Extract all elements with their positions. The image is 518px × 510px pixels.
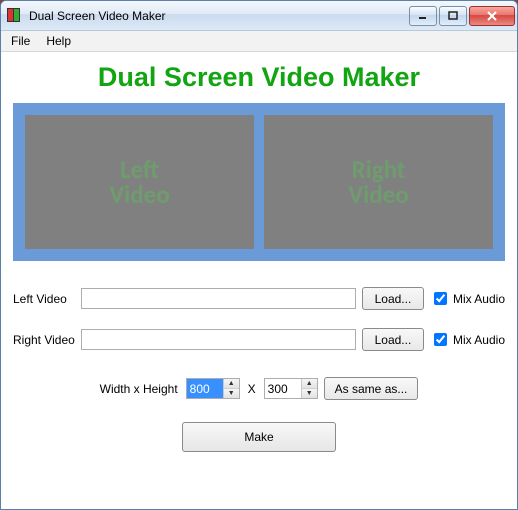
dimensions-label: Width x Height [100,382,178,396]
menu-help[interactable]: Help [38,32,79,50]
width-up-icon[interactable]: ▲ [224,379,239,389]
width-down-icon[interactable]: ▼ [224,389,239,398]
window-title: Dual Screen Video Maker [29,9,409,23]
app-icon [7,8,23,24]
left-video-placeholder: Left Video [109,157,169,207]
height-input[interactable] [265,379,301,398]
height-up-icon[interactable]: ▲ [302,379,317,389]
close-icon [486,11,498,21]
right-video-row: Right Video Load... Mix Audio [13,328,505,351]
width-spin-arrows: ▲ ▼ [223,379,239,398]
maximize-button[interactable] [439,6,467,26]
right-video-preview[interactable]: Right Video [264,115,493,249]
titlebar[interactable]: Dual Screen Video Maker [1,1,517,31]
window-controls [409,6,515,26]
width-input[interactable] [187,379,223,398]
close-button[interactable] [469,6,515,26]
left-video-label: Left Video [13,292,75,306]
left-video-preview[interactable]: Left Video [25,115,254,249]
left-mix-audio[interactable]: Mix Audio [430,289,505,308]
height-spin-arrows: ▲ ▼ [301,379,317,398]
right-video-input[interactable] [81,329,356,350]
width-spinner[interactable]: ▲ ▼ [186,378,240,399]
left-mix-label: Mix Audio [453,292,505,306]
right-mix-checkbox[interactable] [434,333,447,346]
right-video-label: Right Video [13,333,75,347]
client-area: Dual Screen Video Maker Left Video Right… [1,52,517,509]
right-load-button[interactable]: Load... [362,328,424,351]
make-button[interactable]: Make [182,422,336,452]
as-same-as-button[interactable]: As same as... [324,377,419,400]
right-mix-audio[interactable]: Mix Audio [430,330,505,349]
app-window: Dual Screen Video Maker File Help Dual S… [0,0,518,510]
form-section: Left Video Load... Mix Audio Right Video… [13,287,505,369]
page-title: Dual Screen Video Maker [13,62,505,93]
left-video-row: Left Video Load... Mix Audio [13,287,505,310]
left-video-input[interactable] [81,288,356,309]
left-mix-checkbox[interactable] [434,292,447,305]
minimize-icon [418,11,428,21]
right-video-placeholder: Right Video [348,157,408,207]
dimensions-separator: X [246,382,258,396]
height-spinner[interactable]: ▲ ▼ [264,378,318,399]
maximize-icon [448,11,458,21]
make-row: Make [13,422,505,452]
height-down-icon[interactable]: ▼ [302,389,317,398]
preview-area: Left Video Right Video [13,103,505,261]
dimensions-row: Width x Height ▲ ▼ X ▲ ▼ As same as... [13,377,505,400]
minimize-button[interactable] [409,6,437,26]
left-load-button[interactable]: Load... [362,287,424,310]
menubar: File Help [1,31,517,52]
menu-file[interactable]: File [3,32,38,50]
right-mix-label: Mix Audio [453,333,505,347]
